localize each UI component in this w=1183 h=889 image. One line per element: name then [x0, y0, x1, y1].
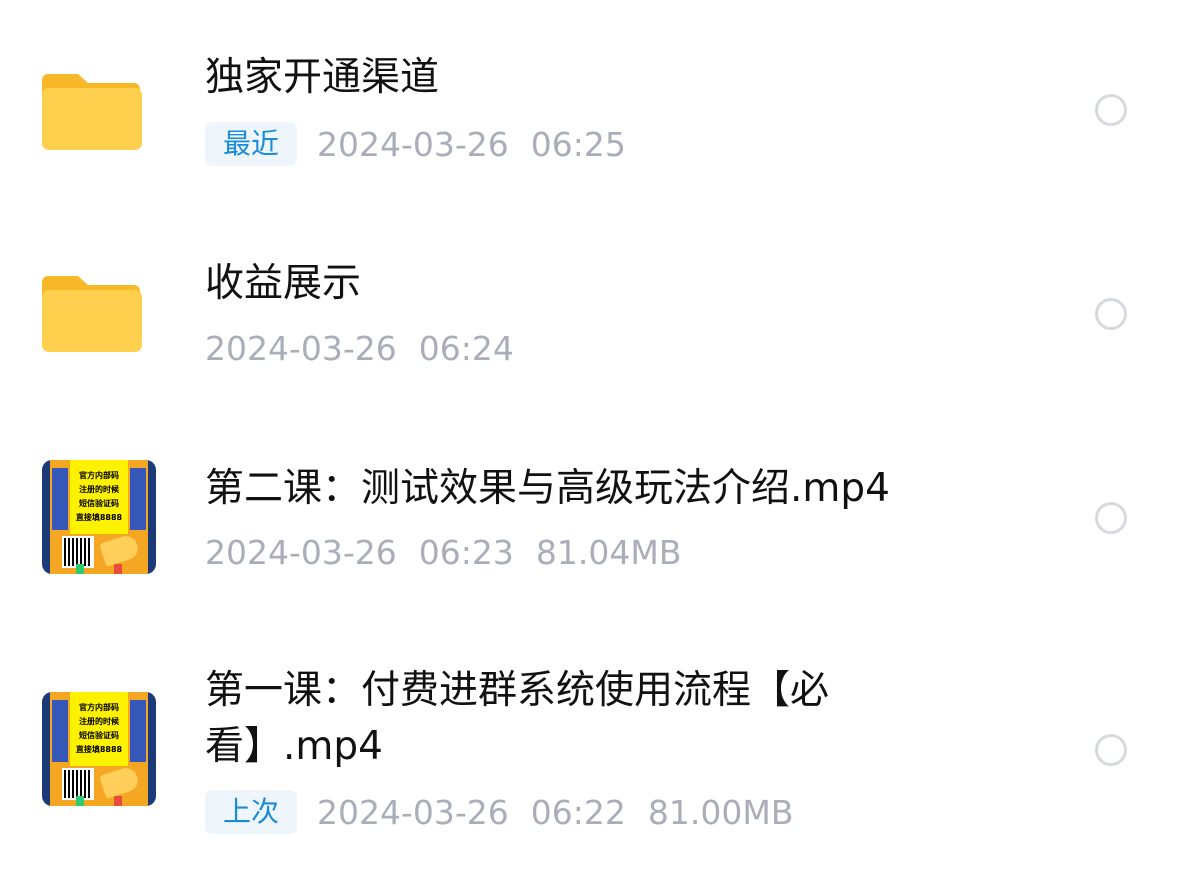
file-list: 独家开通渠道 最近 2024-03-26 06:25 收益展示 2024-03-…	[0, 0, 1183, 889]
file-meta: 上次 2024-03-26 06:22 81.00MB	[205, 790, 816, 834]
list-item[interactable]: 独家开通渠道 最近 2024-03-26 06:25	[0, 0, 1183, 200]
select-radio[interactable]	[1095, 502, 1127, 534]
file-date: 2024-03-26	[317, 124, 509, 164]
recent-badge: 最近	[205, 122, 298, 166]
file-size: 81.04MB	[535, 532, 682, 572]
file-date: 2024-03-26	[205, 532, 397, 572]
file-name[interactable]: 收益展示	[205, 256, 361, 312]
file-date: 2024-03-26	[317, 792, 509, 832]
file-date: 2024-03-26	[205, 328, 397, 368]
folder-icon	[42, 272, 142, 356]
file-name[interactable]: 第二课：测试效果与高级玩法介绍.mp4	[205, 461, 890, 517]
list-item[interactable]: 收益展示 2024-03-26 06:24	[0, 200, 1183, 400]
list-item[interactable]: 官方内部码 注册的时候 短信验证码 直接填8888 第二课：测试效果与高级玩法介…	[0, 400, 1183, 610]
video-thumbnail: 官方内部码 注册的时候 短信验证码 直接填8888	[42, 460, 156, 574]
file-time: 06:24	[418, 328, 514, 368]
video-thumbnail: 官方内部码 注册的时候 短信验证码 直接填8888	[42, 692, 156, 806]
file-time: 06:23	[418, 532, 514, 572]
select-radio[interactable]	[1095, 734, 1127, 766]
file-meta: 2024-03-26 06:24	[205, 326, 536, 370]
file-time: 06:22	[530, 792, 626, 832]
file-name[interactable]: 独家开通渠道	[205, 50, 439, 106]
thumbnail-text: 官方内部码 注册的时候 短信验证码 直接填8888	[70, 692, 128, 766]
file-time: 06:25	[530, 124, 626, 164]
file-meta: 2024-03-26 06:23 81.04MB	[205, 530, 703, 574]
list-item[interactable]: 官方内部码 注册的时候 短信验证码 直接填8888 第一课：付费进群系统使用流程…	[0, 610, 1183, 889]
select-radio[interactable]	[1095, 94, 1127, 126]
thumbnail-text: 官方内部码 注册的时候 短信验证码 直接填8888	[70, 460, 128, 534]
select-radio[interactable]	[1095, 298, 1127, 330]
file-size: 81.00MB	[647, 792, 794, 832]
last-opened-badge: 上次	[205, 790, 298, 834]
file-name[interactable]: 第一课：付费进群系统使用流程【必看】.mp4	[205, 663, 905, 775]
folder-icon	[42, 70, 142, 154]
file-meta: 最近 2024-03-26 06:25	[205, 122, 648, 166]
